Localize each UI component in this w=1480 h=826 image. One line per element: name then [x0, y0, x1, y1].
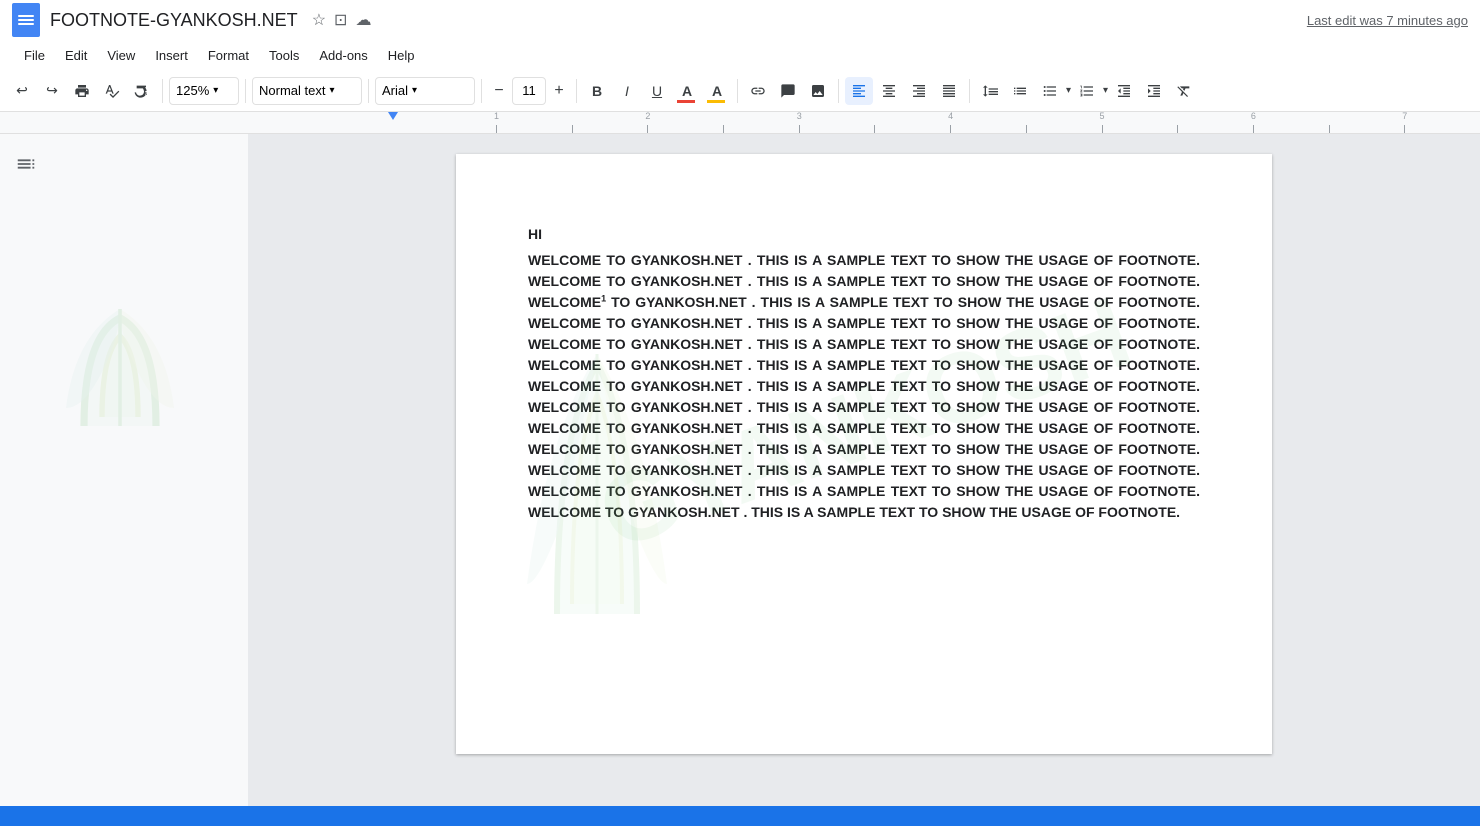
- sidebar: [0, 134, 248, 826]
- separator-1: [162, 79, 163, 103]
- title-icons: ☆ ⊡ ☁: [312, 10, 372, 30]
- document-body[interactable]: WELCOME TO GYANKOSH.NET . THIS IS A SAMP…: [528, 250, 1200, 523]
- checklist-button[interactable]: [1006, 77, 1034, 105]
- paint-format-button[interactable]: [128, 77, 156, 105]
- document-page[interactable]: GYANKOSH HI WELCOME TO GYANKOSH.NET . TH…: [456, 154, 1272, 754]
- ruler-marker: [388, 112, 398, 120]
- document-title[interactable]: FOOTNOTE-GYANKOSH.NET: [50, 10, 298, 31]
- decrease-indent-button[interactable]: [1110, 77, 1138, 105]
- style-chevron: ▾: [329, 85, 334, 96]
- text-color-button[interactable]: A: [673, 77, 701, 105]
- separator-4: [481, 79, 482, 103]
- font-chevron: ▾: [412, 85, 417, 96]
- italic-button[interactable]: I: [613, 77, 641, 105]
- align-right-button[interactable]: [905, 77, 933, 105]
- star-icon[interactable]: ☆: [312, 10, 326, 30]
- separator-5: [576, 79, 577, 103]
- redo-button[interactable]: ↪: [38, 77, 66, 105]
- menu-view[interactable]: View: [99, 46, 143, 65]
- bulleted-list-dropdown[interactable]: ▾: [1066, 85, 1071, 96]
- status-bar: [0, 806, 1480, 826]
- line-spacing-button[interactable]: [976, 77, 1004, 105]
- menu-edit[interactable]: Edit: [57, 46, 95, 65]
- numbered-list-button[interactable]: [1073, 77, 1101, 105]
- zoom-chevron: ▾: [213, 85, 218, 96]
- separator-7: [838, 79, 839, 103]
- last-edit-text[interactable]: Last edit was 7 minutes ago: [1307, 13, 1468, 28]
- menu-help[interactable]: Help: [380, 46, 423, 65]
- title-bar: FOOTNOTE-GYANKOSH.NET ☆ ⊡ ☁ Last edit wa…: [0, 0, 1480, 40]
- font-size-decrease[interactable]: −: [488, 77, 510, 105]
- zoom-select[interactable]: 125% ▾: [169, 77, 239, 105]
- google-docs-icon: [12, 3, 40, 37]
- footnote-marker: 1: [601, 293, 606, 303]
- separator-3: [368, 79, 369, 103]
- menu-addons[interactable]: Add-ons: [311, 46, 375, 65]
- print-button[interactable]: [68, 77, 96, 105]
- numbered-list-dropdown[interactable]: ▾: [1103, 85, 1108, 96]
- document-heading[interactable]: HI: [528, 226, 1200, 242]
- document-area[interactable]: GYANKOSH HI WELCOME TO GYANKOSH.NET . TH…: [248, 134, 1480, 826]
- menu-file[interactable]: File: [16, 46, 53, 65]
- insert-comment-button[interactable]: [774, 77, 802, 105]
- align-left-button[interactable]: [845, 77, 873, 105]
- style-value: Normal text: [259, 83, 325, 98]
- separator-2: [245, 79, 246, 103]
- ruler: 1 2 3 4 5 6 7: [0, 112, 1480, 134]
- increase-indent-button[interactable]: [1140, 77, 1168, 105]
- align-center-button[interactable]: [875, 77, 903, 105]
- spellcheck-button[interactable]: [98, 77, 126, 105]
- font-value: Arial: [382, 83, 408, 98]
- underline-button[interactable]: U: [643, 77, 671, 105]
- font-size-increase[interactable]: +: [548, 77, 570, 105]
- separator-8: [969, 79, 970, 103]
- font-size-area: − +: [488, 77, 570, 105]
- insert-image-button[interactable]: [804, 77, 832, 105]
- main-area: GYANKOSH HI WELCOME TO GYANKOSH.NET . TH…: [0, 134, 1480, 826]
- toolbar: ↩ ↪ 125% ▾ Normal text ▾ Arial ▾ − + B I…: [0, 70, 1480, 112]
- clear-formatting-button[interactable]: [1170, 77, 1198, 105]
- menu-tools[interactable]: Tools: [261, 46, 307, 65]
- bold-button[interactable]: B: [583, 77, 611, 105]
- menu-bar: File Edit View Insert Format Tools Add-o…: [0, 40, 1480, 70]
- undo-button[interactable]: ↩: [8, 77, 36, 105]
- save-to-drive-icon[interactable]: ⊡: [334, 10, 347, 30]
- table-of-contents-icon[interactable]: [8, 146, 44, 182]
- zoom-value: 125%: [176, 83, 209, 98]
- separator-6: [737, 79, 738, 103]
- align-justify-button[interactable]: [935, 77, 963, 105]
- font-select[interactable]: Arial ▾: [375, 77, 475, 105]
- insert-link-button[interactable]: [744, 77, 772, 105]
- font-size-input[interactable]: [512, 77, 546, 105]
- highlight-color-button[interactable]: A: [703, 77, 731, 105]
- bulleted-list-button[interactable]: [1036, 77, 1064, 105]
- style-select[interactable]: Normal text ▾: [252, 77, 362, 105]
- menu-insert[interactable]: Insert: [147, 46, 196, 65]
- menu-format[interactable]: Format: [200, 46, 257, 65]
- cloud-save-icon[interactable]: ☁: [355, 10, 371, 30]
